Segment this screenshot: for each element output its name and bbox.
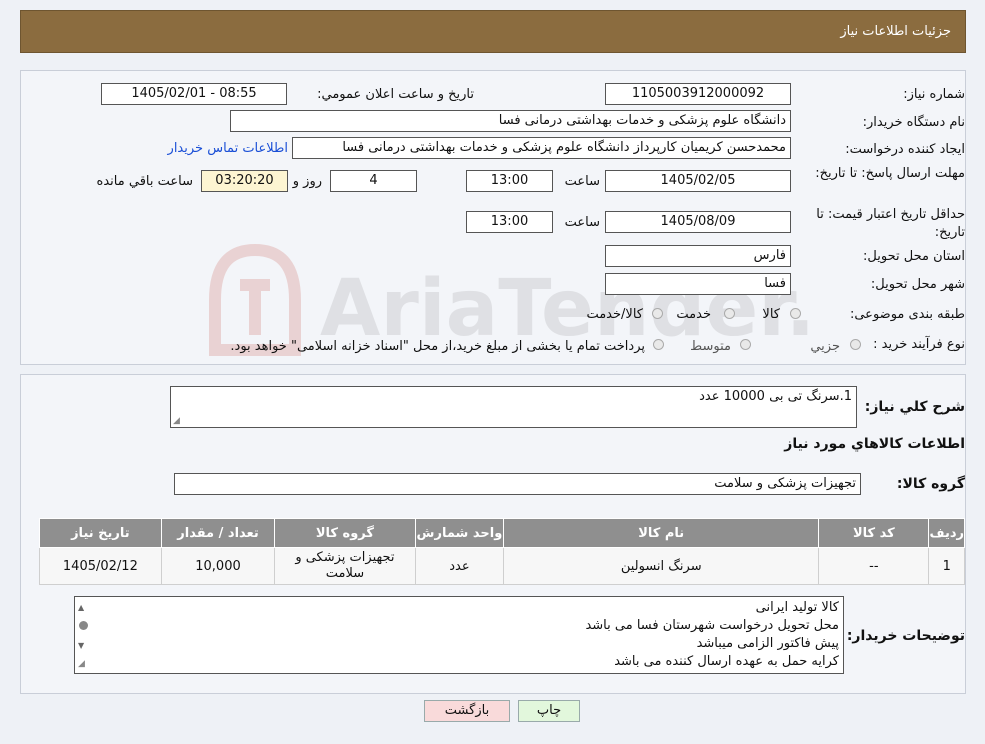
province-field: فارس	[605, 245, 791, 267]
table-row: 1 -- سرنگ انسولین عدد تجهیزات پزشکی و سل…	[39, 547, 965, 585]
print-button[interactable]: چاپ	[518, 700, 580, 722]
validity-time-field: 13:00	[466, 211, 553, 233]
cell-row: 1	[928, 547, 965, 585]
page-header: جزئیات اطلاعات نیاز	[20, 10, 966, 53]
col-group-header: گروه کالا	[274, 518, 416, 548]
goods-table: رديف کد کالا نام کالا واحد شمارش گروه کا…	[39, 518, 965, 585]
category-option-service: خدمت	[676, 307, 711, 322]
col-date-header: تاريخ نياز	[39, 518, 162, 548]
back-button[interactable]: بازگشت	[424, 700, 510, 722]
buyer-org-field: دانشگاه علوم پزشکی و خدمات بهداشتی درمان…	[230, 110, 791, 132]
process-option-minor: جزيي	[810, 339, 840, 354]
note-line: پیش فاکتور الزامی میباشد	[696, 636, 839, 651]
scrollbar-thumb[interactable]	[79, 621, 88, 630]
category-option-goods-service: کالا/خدمت	[586, 307, 643, 322]
deadline-time-field: 13:00	[466, 170, 553, 192]
page-title: جزئیات اطلاعات نیاز	[840, 24, 951, 39]
goods-info-title: اطلاعات کالاهاي مورد نياز	[784, 436, 965, 452]
days-label: روز و	[292, 174, 322, 189]
process-option-medium: متوسط	[690, 339, 731, 354]
deadline-time-label: ساعت	[564, 174, 600, 189]
col-code-header: کد کالا	[818, 518, 930, 548]
process-label: نوع فرآيند خريد :	[873, 337, 965, 352]
city-field: فسا	[605, 273, 791, 295]
deadline-date-field: 1405/02/05	[605, 170, 791, 192]
goods-group-label: گروه کالا:	[896, 476, 965, 492]
cell-code: --	[818, 547, 930, 585]
city-label: شهر محل تحويل:	[870, 277, 965, 292]
requester-label: ايجاد کننده درخواست:	[845, 142, 965, 157]
process-radio-minor[interactable]	[850, 339, 861, 350]
need-number-label: شماره نیاز:	[903, 87, 965, 102]
category-radio-goods-service[interactable]	[652, 308, 663, 319]
goods-group-field: تجهیزات پزشکی و سلامت	[174, 473, 861, 495]
process-radio-medium[interactable]	[740, 339, 751, 350]
cell-unit: عدد	[414, 547, 505, 585]
col-name-header: نام کالا	[503, 518, 820, 548]
deadline-label: مهلت ارسال پاسخ: تا تاريخ:	[815, 166, 965, 181]
category-radio-service[interactable]	[724, 308, 735, 319]
note-line: محل تحویل درخواست شهرستان فسا می باشد	[585, 618, 839, 633]
need-number-field: 1105003912000092	[605, 83, 791, 105]
announce-label: تاريخ و ساعت اعلان عمومي:	[317, 87, 474, 102]
category-label: طبقه بندی موضوعی:	[849, 307, 965, 322]
col-unit-header: واحد شمارش	[414, 518, 505, 548]
col-qty-header: تعداد / مقدار	[160, 518, 276, 548]
buyer-org-label: نام دستگاه خريدار:	[862, 115, 965, 130]
scroll-down-icon[interactable]: ▼	[78, 641, 84, 650]
resize-grip-icon[interactable]: ◢	[78, 659, 85, 669]
announce-field: 1405/02/01 - 08:55	[101, 83, 287, 105]
note-line: کالا تولید ایرانی	[755, 600, 839, 615]
summary-textarea[interactable]: 1.سرنگ تی بی 10000 عدد	[170, 386, 857, 428]
remaining-time-field: 03:20:20	[201, 170, 288, 192]
table-header-row: رديف کد کالا نام کالا واحد شمارش گروه کا…	[39, 518, 965, 548]
cell-qty: 10,000	[160, 547, 276, 585]
cell-date: 1405/02/12	[39, 547, 162, 585]
buyer-notes-textarea[interactable]: کالا تولید ایرانی محل تحویل درخواست شهرس…	[74, 596, 844, 674]
buyer-contact-link[interactable]: اطلاعات تماس خريدار	[168, 141, 288, 156]
province-label: استان محل تحويل:	[863, 249, 965, 264]
validity-label: حداقل تاريخ اعتبار قيمت: تا تاريخ:	[816, 207, 965, 240]
resize-grip-icon[interactable]: ◢	[173, 416, 180, 426]
summary-label: شرح کلي نياز:	[864, 399, 965, 415]
remaining-label: ساعت باقي مانده	[96, 174, 193, 189]
note-line: کرایه حمل به عهده ارسال کننده می باشد	[614, 654, 839, 669]
col-row-header: رديف	[928, 518, 965, 548]
cell-group: تجهیزات پزشکی و سلامت	[274, 547, 416, 585]
cell-name: سرنگ انسولین	[503, 547, 820, 585]
category-option-goods: کالا	[762, 307, 780, 322]
days-field: 4	[330, 170, 417, 192]
process-radio-treasury[interactable]	[653, 339, 664, 350]
validity-time-label: ساعت	[564, 215, 600, 230]
scroll-up-icon[interactable]: ▲	[78, 603, 84, 612]
requester-field: محمدحسن کریمیان کارپرداز دانشگاه علوم پز…	[292, 137, 791, 159]
process-note: پرداخت تمام یا بخشی از مبلغ خرید،از محل …	[230, 339, 645, 354]
category-radio-goods[interactable]	[790, 308, 801, 319]
buyer-notes-label: توضيحات خريدار:	[846, 628, 965, 644]
validity-date-field: 1405/08/09	[605, 211, 791, 233]
